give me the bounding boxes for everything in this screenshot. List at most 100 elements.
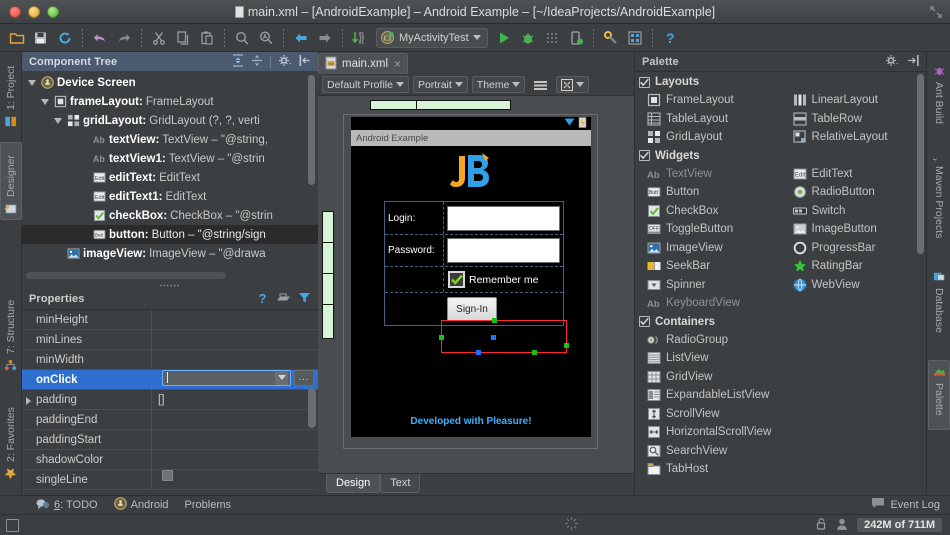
- profile-selector[interactable]: Default Profile: [322, 76, 409, 93]
- password-input[interactable]: [447, 238, 560, 263]
- property-row[interactable]: padding[]: [22, 390, 318, 410]
- back-icon[interactable]: [290, 27, 312, 49]
- property-row[interactable]: minHeight: [22, 310, 318, 330]
- component-tree-body[interactable]: Device ScreenframeLayout: FrameLayoutgri…: [22, 71, 318, 283]
- palette-item-checkbox[interactable]: CheckBox: [635, 202, 781, 221]
- anchor-handle-center[interactable]: [491, 335, 496, 340]
- palette-item-gridview[interactable]: GridView: [635, 368, 926, 387]
- tree-node[interactable]: imageView: ImageView – "@drawa: [22, 244, 318, 263]
- help-icon[interactable]: ?: [659, 27, 681, 49]
- palette-item-keyboardview[interactable]: AbKeyboardView: [635, 294, 781, 313]
- palette-item-webview[interactable]: WebView: [781, 276, 927, 295]
- sort-icon[interactable]: 011001: [349, 27, 371, 49]
- export-icon[interactable]: [276, 291, 291, 307]
- palette-item-relativelayout[interactable]: RelativeLayout: [781, 128, 927, 147]
- status-toggle-button[interactable]: [0, 519, 24, 532]
- tree-node[interactable]: Device Screen: [22, 73, 318, 92]
- sidebar-item-ant-build[interactable]: Ant Build: [928, 60, 950, 130]
- minimize-button[interactable]: [28, 6, 40, 18]
- paste-icon[interactable]: [196, 27, 218, 49]
- design-canvas[interactable]: Android Example Login: Password:: [318, 96, 634, 473]
- property-value-cell[interactable]: [152, 310, 318, 330]
- palette-item-textview[interactable]: AbTextView: [635, 165, 781, 184]
- property-row[interactable]: onClick...: [22, 370, 318, 390]
- palette-item-imagebutton[interactable]: ImageButton: [781, 220, 927, 239]
- tree-node[interactable]: frameLayout: FrameLayout: [22, 92, 318, 111]
- palette-item-searchview[interactable]: SearchView: [635, 442, 926, 461]
- palette-item-scrollview[interactable]: ScrollView: [635, 405, 926, 424]
- resize-handle-left[interactable]: [439, 335, 444, 340]
- property-checkbox[interactable]: [162, 470, 173, 481]
- resize-handle-bottom[interactable]: [532, 350, 537, 355]
- close-icon[interactable]: ×: [394, 57, 401, 71]
- undo-icon[interactable]: [89, 27, 111, 49]
- lock-icon[interactable]: [815, 517, 827, 534]
- properties-table[interactable]: minHeightminLinesminWidthonClick...paddi…: [22, 310, 318, 495]
- tab-main-xml[interactable]: <> main.xml ×: [318, 53, 408, 74]
- sidebar-item-structure[interactable]: 7: Structure: [0, 284, 22, 376]
- palette-item-togglebutton[interactable]: OFFToggleButton: [635, 220, 781, 239]
- palette-item-tablerow[interactable]: TableRow: [781, 110, 927, 129]
- palette-item-tablelayout[interactable]: TableLayout: [635, 110, 781, 129]
- android-run-icon[interactable]: [565, 27, 587, 49]
- expand-arrow-icon[interactable]: [54, 118, 62, 124]
- tree-node[interactable]: EditeditText: EditText: [22, 168, 318, 187]
- filter-icon[interactable]: [298, 291, 311, 307]
- find-icon[interactable]: [231, 27, 253, 49]
- copy-icon[interactable]: [172, 27, 194, 49]
- palette-item-button[interactable]: ButtButton: [635, 183, 781, 202]
- property-value-cell[interactable]: [152, 350, 318, 370]
- chevron-down-icon[interactable]: [576, 82, 584, 87]
- bottom-item-problems[interactable]: Problems: [185, 499, 231, 511]
- sign-in-button[interactable]: Sign-In: [447, 297, 497, 321]
- palette-item-framelayout[interactable]: FrameLayout: [635, 91, 781, 110]
- device-preview[interactable]: Android Example Login: Password:: [351, 117, 591, 437]
- settings-wrench-icon[interactable]: [600, 27, 622, 49]
- run-icon[interactable]: [493, 27, 515, 49]
- tree-horizontal-scrollbar[interactable]: [26, 272, 226, 279]
- palette-item-gridlayout[interactable]: GridLayout: [635, 128, 781, 147]
- property-row[interactable]: minLines: [22, 330, 318, 350]
- open-folder-icon[interactable]: [6, 27, 28, 49]
- theme-selector[interactable]: Theme: [472, 76, 526, 93]
- sync-icon[interactable]: [54, 27, 76, 49]
- property-value-cell[interactable]: [152, 430, 318, 450]
- palette-group-header[interactable]: Widgets: [635, 147, 926, 165]
- tree-node[interactable]: gridLayout: GridLayout (?, ?, verti: [22, 111, 318, 130]
- property-value-cell[interactable]: [152, 450, 318, 470]
- tree-node[interactable]: AbtextView1: TextView – "@strin: [22, 149, 318, 168]
- resize-handle-right[interactable]: [564, 343, 569, 348]
- person-icon[interactable]: [836, 517, 848, 534]
- login-input[interactable]: [447, 206, 560, 231]
- hide-icon[interactable]: [906, 54, 919, 70]
- properties-scrollbar[interactable]: [308, 388, 316, 428]
- tab-text[interactable]: Text: [380, 474, 420, 493]
- tree-node[interactable]: checkBox: CheckBox – "@strin: [22, 206, 318, 225]
- forward-icon[interactable]: [314, 27, 336, 49]
- expand-arrow-icon[interactable]: [41, 99, 49, 105]
- palette-item-seekbar[interactable]: SeekBar: [635, 257, 781, 276]
- checkbox-icon[interactable]: [639, 150, 650, 161]
- palette-item-tabhost[interactable]: TabHost: [635, 460, 926, 479]
- maximize-button[interactable]: [47, 6, 59, 18]
- property-row[interactable]: shadowColor: [22, 450, 318, 470]
- bottom-item-todo[interactable]: 6: TODO: [36, 498, 98, 513]
- property-row[interactable]: paddingEnd: [22, 410, 318, 430]
- chevron-down-icon[interactable]: [396, 82, 404, 87]
- orientation-selector[interactable]: Portrait: [413, 76, 468, 93]
- expand-arrow-icon[interactable]: [28, 80, 36, 86]
- palette-item-radiogroup[interactable]: RadioGroup: [635, 331, 926, 350]
- palette-item-listview[interactable]: ListView: [635, 349, 926, 368]
- checkbox-icon[interactable]: [639, 77, 650, 88]
- expand-all-icon[interactable]: [232, 54, 244, 70]
- resize-handle-top[interactable]: [492, 318, 497, 323]
- collapse-all-icon[interactable]: [251, 54, 263, 70]
- fit-screen-button[interactable]: [556, 76, 589, 93]
- avd-manager-icon[interactable]: [624, 27, 646, 49]
- cut-icon[interactable]: [148, 27, 170, 49]
- tree-node[interactable]: Buttbutton: Button – "@string/sign: [22, 225, 318, 244]
- event-log-button[interactable]: Event Log: [871, 495, 940, 514]
- palette-group-header[interactable]: Containers: [635, 313, 926, 331]
- bottom-item-android[interactable]: Android: [114, 497, 169, 513]
- chevron-down-icon[interactable]: [473, 35, 481, 40]
